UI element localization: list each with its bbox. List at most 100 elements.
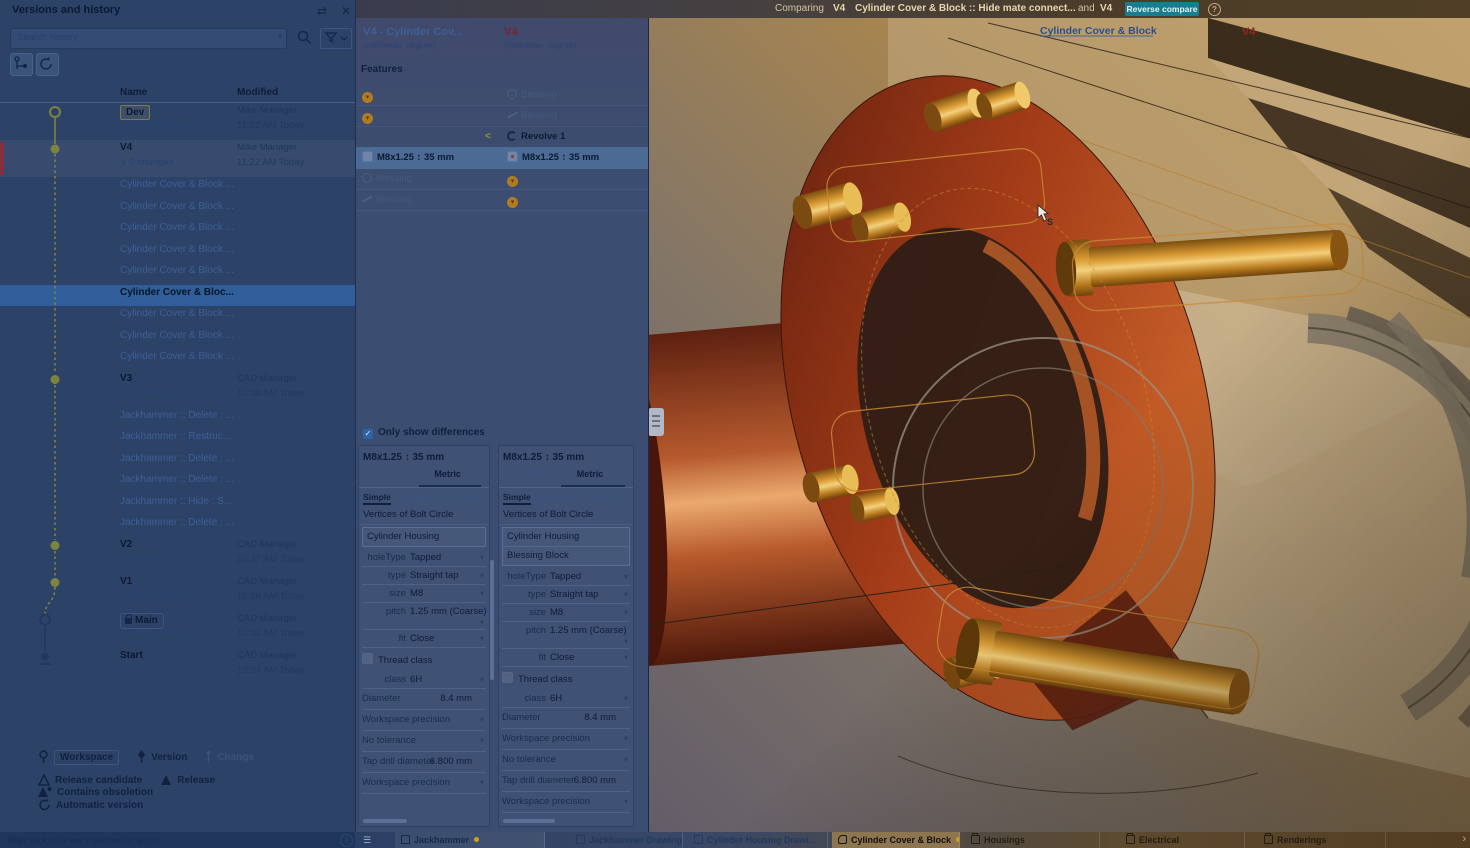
status-help-icon[interactable]: ? [340,834,353,847]
tab-renderings[interactable]: Renderings [1258,832,1386,848]
card-horizontal-scrollbar[interactable] [363,819,407,823]
thread-class-checkbox[interactable]: Thread class [362,651,486,671]
tab-jackhammer-drawing-1[interactable]: Jackhammer Drawing 1 [570,832,683,848]
version-row[interactable]: StartCAD Manager10:34 AM Today [0,648,355,685]
feature-compare-row[interactable]: ▾Blessing [355,84,648,106]
tab-scroll-right-icon[interactable]: › [1462,833,1466,845]
feature-compare-row[interactable]: Blessing▾ [355,168,648,190]
field-type[interactable]: typeStraight tap▾ [362,567,486,585]
row-sub[interactable]: ∨ 8 changes [120,388,173,399]
field-pitch[interactable]: pitch1.25 mm (Coarse)▾ [502,622,630,649]
branch-graph-toggle-button[interactable] [10,53,33,76]
feature-compare-row[interactable]: M8x1.25 ↕ 35 mmM8x1.25 ↕ 35 mm [355,147,648,169]
row-sub[interactable]: ∨ 9 changes [120,157,173,168]
3d-viewport[interactable]: Cylinder Cover & Block V4 S [648,18,1470,832]
field-tap-drill-diameter[interactable]: Tap drill diameter6.800 mm [502,771,630,792]
version-row[interactable]: V4∨ 9 changesMike Manager11:22 AM Today [0,140,355,177]
feature-compare-row[interactable]: Blessing▾ [355,189,648,211]
workspace-badge[interactable]: Dev [120,105,150,120]
field-size[interactable]: sizeM8▾ [362,585,486,603]
reverse-compare-button[interactable]: Reverse compare [1125,2,1199,16]
field-workspace-precision[interactable]: Workspace precision▾ [362,710,486,731]
change-row[interactable]: Jackhammer :: Restruc... [0,429,355,451]
row-sub[interactable]: › Show changes... [120,628,196,639]
filter-button[interactable] [320,28,352,49]
viewport-doc-label[interactable]: Cylinder Cover & Block [1040,25,1157,37]
close-icon[interactable]: ✕ [338,3,354,19]
field-class[interactable]: class6H▾ [362,671,486,689]
scope-item[interactable]: Cylinder Housing [503,528,629,547]
field-diameter[interactable]: Diameter8.4 mm [502,708,630,729]
change-row[interactable]: Cylinder Cover & Block ... [0,263,355,285]
row-sub[interactable]: › Show changes... [120,120,196,131]
scope-item[interactable]: Cylinder Housing [363,528,485,546]
version-row[interactable]: V1› Show changes...CAD Manager10:36 AM T… [0,574,355,611]
change-row[interactable]: Jackhammer :: Delete : ... [0,515,355,537]
field-no-tolerance[interactable]: No tolerance▾ [362,731,486,752]
version-row[interactable]: V20 changesCAD Manager10:37 AM Today [0,537,355,574]
tab-cylinder-housing-drawi-[interactable]: Cylinder Housing Drawi... [688,832,828,848]
only-show-differences-checkbox[interactable]: ✓Only show differences [363,427,485,439]
change-row[interactable]: Jackhammer :: Delete : ... [0,451,355,473]
tab-housings[interactable]: Housings [965,832,1100,848]
scope-item[interactable]: Blessing Block [503,547,629,565]
hole-type-segments[interactable]: SimpleCounterboreCounters... [499,488,633,506]
change-row[interactable]: Cylinder Cover & Block ... [0,306,355,328]
checkbox-checked-icon[interactable]: ✓ [363,429,373,439]
compare-mode-icon[interactable]: ⇄ [314,3,330,19]
field-diameter[interactable]: Diameter8.4 mm [362,689,486,710]
row-sub[interactable]: 0 changes [120,554,164,565]
tab-metric[interactable]: Metric [577,469,604,479]
search-dropdown-caret-icon[interactable]: ▾ [278,32,282,41]
field-holetype[interactable]: holeTypeTapped▾ [502,568,630,586]
field-fit[interactable]: fitClose▾ [502,649,630,667]
change-row[interactable]: Cylinder Cover & Block ... [0,177,355,199]
field-no-tolerance[interactable]: No tolerance▾ [502,750,630,771]
tab-jackhammer[interactable]: Jackhammer [395,832,545,848]
field-workspace-precision[interactable]: Workspace precision▾ [502,729,630,750]
change-row[interactable]: Cylinder Cover & Block ... [0,220,355,242]
tab-inch[interactable]: Inch [388,469,405,479]
merge-scope-list[interactable]: Cylinder Housing [362,527,486,547]
compare-left-title[interactable]: V4 - Cylinder Cov... [363,26,462,38]
search-input[interactable]: Search history ▾ [10,28,287,49]
version-row[interactable]: Main› Show changes...CAD Manager10:34 AM… [0,611,355,648]
tab-inch[interactable]: Inch [528,469,545,479]
field-workspace-precision[interactable]: Workspace precision▾ [362,773,486,794]
change-row[interactable]: Cylinder Cover & Block ... [0,242,355,264]
help-icon[interactable]: ? [1208,3,1221,16]
field-tap-drill-diameter[interactable]: Tap drill diameter6.800 mm [362,752,486,773]
change-row[interactable]: Cylinder Cover & Bloc... [0,285,355,307]
version-row[interactable]: Dev› Show changes...Mike Manager11:22 AM… [0,103,355,140]
change-row[interactable]: Cylinder Cover & Block ... [0,349,355,371]
change-row[interactable]: Jackhammer :: Delete : ... [0,472,355,494]
field-class[interactable]: class6H▾ [502,690,630,708]
change-row[interactable]: Jackhammer :: Hide : S... [0,494,355,516]
row-sub[interactable]: › Show changes... [120,591,196,602]
field-type[interactable]: typeStraight tap▾ [502,586,630,604]
field-size[interactable]: sizeM8▾ [502,604,630,622]
change-row[interactable]: Cylinder Cover & Block ... [0,199,355,221]
change-row[interactable]: Cylinder Cover & Block ... [0,328,355,350]
change-row[interactable]: Jackhammer :: Delete : ... [0,408,355,430]
field-workspace-precision[interactable]: Workspace precision▾ [502,792,630,813]
tab-metric[interactable]: Metric [434,469,461,479]
tab-cylinder-cover-block[interactable]: Cylinder Cover & Block [832,832,960,848]
feature-compare-row[interactable]: ▾Blessing [355,105,648,127]
thread-class-checkbox[interactable]: Thread class [502,670,630,690]
card-horizontal-scrollbar[interactable] [503,819,555,823]
tab-electrical[interactable]: Electrical [1120,832,1245,848]
field-holetype[interactable]: holeTypeTapped▾ [362,549,486,567]
tab-manager-icon[interactable]: ☰ [361,834,373,846]
restore-version-button[interactable] [36,53,59,76]
main-branch-badge[interactable]: Main [120,613,164,629]
card-vertical-scrollbar[interactable] [490,560,494,680]
hole-type-segments[interactable]: SimpleCounterboreCounters... [359,488,489,506]
merge-scope-list[interactable]: Cylinder HousingBlessing Block [502,527,630,566]
field-pitch[interactable]: pitch1.25 mm (Coarse)▾ [362,603,486,630]
feature-compare-row[interactable]: <Revolve 1 [355,126,648,148]
version-row[interactable]: V3∨ 8 changesCAD Manager10:38 AM Today [0,371,355,408]
panel-collapse-handle[interactable] [648,408,664,436]
field-fit[interactable]: fitClose▾ [362,630,486,648]
search-icon[interactable] [293,28,315,47]
